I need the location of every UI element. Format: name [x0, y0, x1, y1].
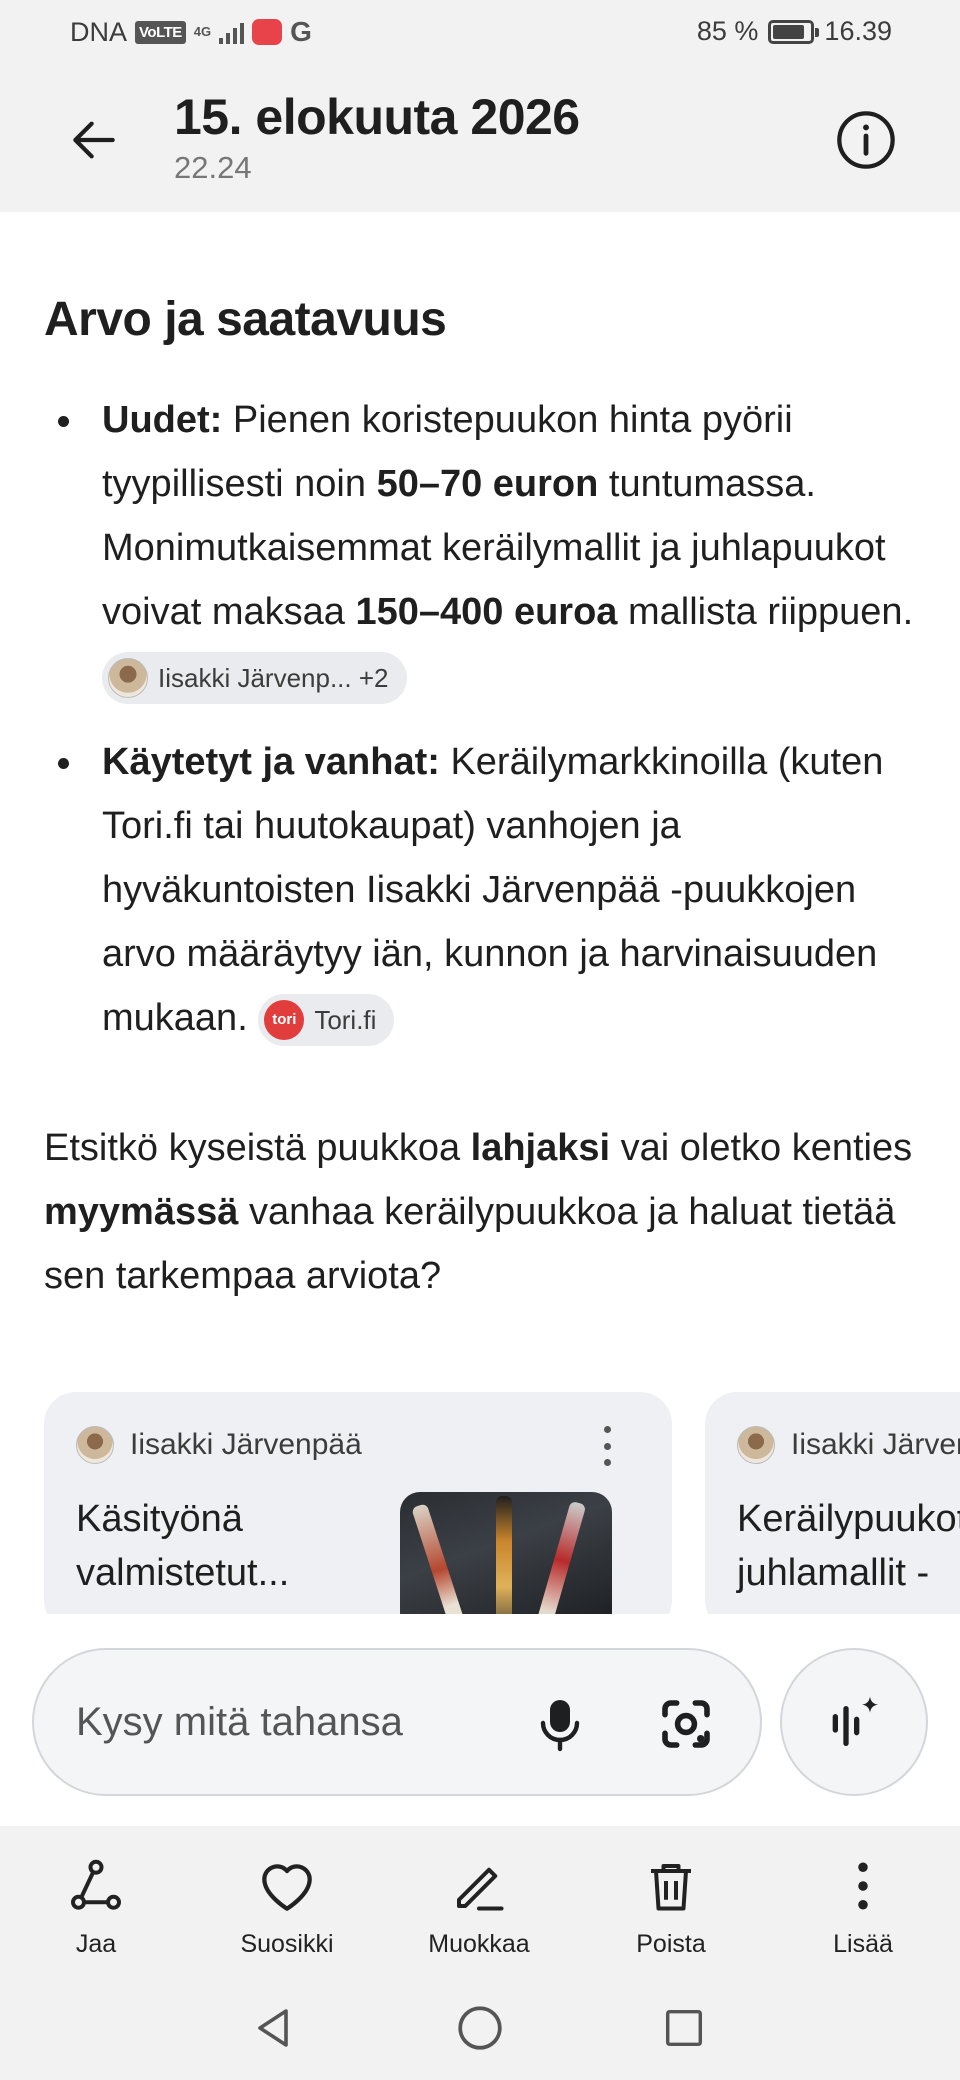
- source-cards-carousel[interactable]: Iisakki Järvenpää Käsityönä valmistetut.…: [44, 1392, 960, 1614]
- google-notification-icon: G: [290, 16, 312, 47]
- source-avatar-icon: [108, 657, 148, 698]
- follow-up-question: Etsitkö kyseistä puukkoa lahjaksi vai ol…: [44, 1116, 924, 1308]
- bullet-label: Uudet:: [102, 399, 223, 441]
- page-title: 15. elokuuta 2026: [174, 89, 580, 145]
- card-title: Keräilypuukot juhlamallit -: [737, 1498, 960, 1594]
- source-avatar-icon: [737, 1426, 775, 1464]
- delete-label: Poista: [636, 1930, 706, 1958]
- back-button[interactable]: [60, 106, 128, 174]
- source-avatar-icon: [76, 1426, 114, 1464]
- clock: 16.39: [824, 16, 892, 46]
- delete-button[interactable]: Poista: [601, 1854, 741, 1959]
- microphone-icon: [540, 1700, 580, 1752]
- share-label: Jaa: [75, 1930, 117, 1958]
- question-text: Etsitkö kyseistä puukkoa: [44, 1127, 471, 1169]
- card-source: Iisakki Järvenpää: [737, 1426, 960, 1464]
- bullet-used: Käytetyt ja vanhat: Keräilymarkkinoilla …: [0, 730, 960, 1050]
- mic-button[interactable]: [526, 1690, 594, 1758]
- square-recents-icon: [665, 2009, 703, 2047]
- trash-icon: [651, 1864, 691, 1911]
- pencil-icon: [457, 1867, 504, 1911]
- more-button[interactable]: Lisää: [793, 1854, 933, 1959]
- bullet-text: mallista riippuen.: [617, 591, 914, 633]
- heart-icon: [262, 1864, 312, 1911]
- triangle-back-icon: [258, 2009, 288, 2047]
- network-type: 4G: [193, 24, 212, 39]
- lens-button[interactable]: [652, 1690, 720, 1758]
- question-bold: lahjaksi: [470, 1127, 611, 1169]
- source-chip-label: Tori.fi: [314, 1004, 377, 1035]
- volte-badge: VoLTE: [135, 20, 186, 44]
- arrow-back-icon: [73, 121, 115, 159]
- battery-percent: 85 %: [696, 16, 759, 46]
- prompt-input[interactable]: Kysy mitä tahansa: [76, 1700, 403, 1745]
- page-subtitle-time: 22.24: [174, 150, 252, 185]
- signal-icon: [219, 20, 245, 44]
- status-left: DNA VoLTE 4G G: [70, 16, 312, 48]
- bullet-list: Uudet: Pienen koristepuukon hinta pyörii…: [0, 388, 960, 1072]
- more-vert-icon[interactable]: [592, 1426, 622, 1466]
- source-card[interactable]: Iisakki Järvenpää Keräilypuukot juhlamal…: [705, 1392, 960, 1614]
- more-label: Lisää: [833, 1930, 893, 1958]
- system-navigation-bar: [0, 1976, 960, 2080]
- camera-lens-icon: [662, 1700, 710, 1748]
- card-source-name: Iisakki Järvenpää: [791, 1428, 960, 1461]
- card-thumbnail: [400, 1492, 612, 1614]
- bottom-action-bar: Jaa Suosikki Muokkaa Poista Lisää: [0, 1826, 960, 1976]
- share-icon: [70, 1859, 121, 1910]
- status-bar: DNA VoLTE 4G G 85 % 16.39: [0, 0, 960, 66]
- status-right: 85 % 16.39: [697, 16, 892, 47]
- edit-label: Muokkaa: [428, 1930, 530, 1958]
- nav-recents-button[interactable]: [654, 1998, 714, 2058]
- info-icon: [837, 111, 895, 169]
- nav-home-button[interactable]: [450, 1998, 510, 2058]
- favorite-button[interactable]: Suosikki: [217, 1854, 357, 1959]
- question-text: vai oletko kenties: [610, 1127, 913, 1169]
- favorite-label: Suosikki: [240, 1930, 334, 1958]
- bullet-bold: 50–70 euron: [376, 463, 599, 505]
- card-source-name: Iisakki Järvenpää: [130, 1428, 362, 1461]
- edit-button[interactable]: Muokkaa: [409, 1854, 549, 1959]
- source-card[interactable]: Iisakki Järvenpää Käsityönä valmistetut.…: [44, 1392, 672, 1614]
- prompt-input-bar[interactable]: Kysy mitä tahansa: [32, 1648, 762, 1796]
- top-app-bar: 15. elokuuta 2026 22.24: [0, 66, 960, 212]
- question-bold: myymässä: [44, 1191, 239, 1233]
- share-button[interactable]: Jaa: [26, 1854, 166, 1959]
- carrier-name: DNA: [70, 16, 128, 47]
- app-notification-icon: [252, 19, 283, 45]
- info-button[interactable]: [830, 104, 902, 176]
- source-chip[interactable]: Iisakki Järvenp... +2: [102, 651, 407, 704]
- nav-back-button[interactable]: [244, 1998, 304, 2058]
- battery-icon: [768, 19, 820, 44]
- live-voice-button[interactable]: [780, 1648, 928, 1796]
- source-chip[interactable]: tori Tori.fi: [258, 993, 395, 1046]
- source-chip-label: Iisakki Järvenp... +2: [158, 662, 389, 693]
- sparkle-waveform-icon: [832, 1696, 878, 1746]
- bullet-bold: 150–400 euroa: [355, 591, 618, 633]
- circle-home-icon: [458, 2006, 502, 2050]
- bullet-text: Keräilymarkkinoilla (kuten Tori.fi tai h…: [102, 741, 884, 1039]
- bullet-label: Käytetyt ja vanhat:: [102, 741, 440, 783]
- section-title: Arvo ja saatavuus: [44, 293, 447, 346]
- more-vert-icon: [858, 1862, 868, 1910]
- card-source: Iisakki Järvenpää: [76, 1426, 362, 1464]
- tori-logo-icon: tori: [264, 999, 305, 1040]
- bullet-new: Uudet: Pienen koristepuukon hinta pyörii…: [0, 388, 960, 708]
- card-title: Käsityönä valmistetut...: [76, 1498, 290, 1594]
